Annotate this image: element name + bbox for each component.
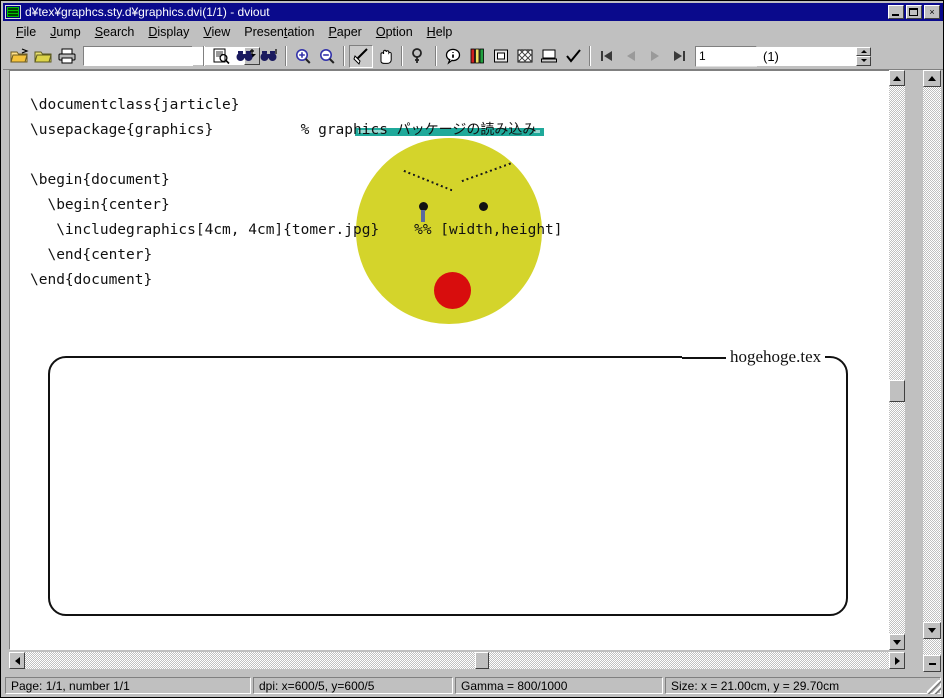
menu-item-display[interactable]: Display: [141, 23, 196, 41]
document-horizontal-scrollbar[interactable]: [9, 652, 905, 669]
pattern-icon[interactable]: [513, 45, 537, 68]
status-size: Size: x = 21.00cm, y = 29.70cm: [665, 677, 941, 694]
zoom-in-icon[interactable]: [291, 45, 315, 68]
menu-item-option[interactable]: Option: [369, 23, 420, 41]
code-line: \documentclass{jarticle}: [30, 97, 240, 113]
close-icon: ×: [929, 6, 935, 17]
menu-item-search[interactable]: Search: [88, 23, 142, 41]
vertical-scroll-thumb[interactable]: [889, 380, 905, 402]
toolbar: (1): [3, 43, 943, 70]
dvi-page: hogehoge.tex \documentclass{jarticle} \u…: [10, 71, 902, 649]
document-frame: hogehoge.tex \documentclass{jarticle} \u…: [9, 70, 903, 650]
toolbar-separator: [343, 46, 345, 66]
search-backward-icon[interactable]: [257, 45, 281, 68]
scroll-left-button[interactable]: [9, 652, 25, 669]
scroll-down-button[interactable]: [889, 634, 905, 650]
spinner-up-button[interactable]: [856, 46, 871, 56]
label-leader-line: [682, 357, 726, 359]
magnifier-tool-icon[interactable]: [407, 45, 431, 68]
zoom-out-icon[interactable]: [315, 45, 339, 68]
dviout-window: d¥tex¥graphcs.sty.d¥graphics.dvi(1/1) - …: [0, 0, 944, 698]
status-gamma: Gamma = 800/1000: [455, 677, 663, 694]
window-controls: ×: [888, 5, 941, 19]
pointer-icon[interactable]: [349, 44, 373, 68]
search-forward-icon[interactable]: [233, 45, 257, 68]
menu-item-presentation[interactable]: Presentation: [237, 23, 321, 41]
code-line: \end{center}: [30, 247, 153, 263]
menu-item-file[interactable]: File: [9, 23, 43, 41]
window-vertical-scroll-track[interactable]: [923, 87, 941, 655]
scroll-up-button[interactable]: [889, 70, 905, 86]
preview-icon[interactable]: [209, 45, 233, 68]
first-page-icon[interactable]: [595, 45, 619, 68]
client-area: hogehoge.tex \documentclass{jarticle} \u…: [3, 70, 943, 672]
spinner-down-button[interactable]: [856, 56, 871, 66]
tex-file-label: hogehoge.tex: [726, 347, 826, 367]
window-vertical-scrollbar[interactable]: [923, 70, 941, 672]
open-recent-icon[interactable]: [31, 45, 55, 68]
latex-source-code: \documentclass{jarticle} \usepackage{gra…: [30, 93, 563, 293]
maximize-button[interactable]: [906, 5, 922, 19]
toolbar-separator: [203, 46, 205, 66]
status-dpi: dpi: x=600/5, y=600/5: [253, 677, 453, 694]
minimize-button[interactable]: [888, 5, 904, 19]
previous-page-icon[interactable]: [619, 45, 643, 68]
vertical-scroll-track[interactable]: [889, 86, 905, 634]
toolbar-separator: [435, 46, 437, 66]
latex-source-box: [48, 356, 848, 616]
menu-item-help[interactable]: Help: [420, 23, 460, 41]
toolbar-separator: [285, 46, 287, 66]
title-bar: d¥tex¥graphcs.sty.d¥graphics.dvi(1/1) - …: [3, 3, 943, 21]
info-icon[interactable]: [441, 45, 465, 68]
code-line: \begin{document}: [30, 172, 170, 188]
menu-item-paper[interactable]: Paper: [321, 23, 368, 41]
page-spinner[interactable]: [856, 46, 871, 66]
color-icon[interactable]: [465, 45, 489, 68]
document-vertical-scrollbar[interactable]: [889, 70, 905, 650]
window-scroll-up-button[interactable]: [923, 70, 941, 87]
app-icon: [5, 5, 21, 19]
last-page-icon[interactable]: [667, 45, 691, 68]
menu-item-view[interactable]: View: [196, 23, 237, 41]
status-page: Page: 1/1, number 1/1: [5, 677, 251, 694]
menu-item-jump[interactable]: Jump: [43, 23, 88, 41]
toolbar-separator: [401, 46, 403, 66]
file-combo[interactable]: [83, 46, 260, 66]
page-number-field[interactable]: [695, 45, 871, 67]
scroll-right-button[interactable]: [889, 652, 905, 669]
next-page-icon[interactable]: [643, 45, 667, 68]
window-scroll-corner: [923, 655, 941, 672]
window-title: d¥tex¥graphcs.sty.d¥graphics.dvi(1/1) - …: [25, 5, 270, 19]
page-total-label: (1): [763, 48, 779, 64]
horizontal-scroll-track[interactable]: [25, 652, 889, 669]
code-line: \end{document}: [30, 272, 153, 288]
code-line: \begin{center}: [30, 197, 170, 213]
resize-grip-icon[interactable]: [927, 680, 941, 694]
menu-bar: File Jump Search Display View Presentati…: [3, 22, 943, 42]
code-line: \includegraphics[4cm, 4cm]{tomer.jpg} %%…: [30, 222, 563, 238]
close-button[interactable]: ×: [924, 5, 940, 19]
check-icon[interactable]: [561, 45, 585, 68]
frame-icon[interactable]: [489, 45, 513, 68]
status-bar: Page: 1/1, number 1/1 dpi: x=600/5, y=60…: [3, 675, 943, 696]
code-line: \usepackage{graphics} % graphics パッケージの読…: [30, 122, 537, 138]
horizontal-scroll-thumb[interactable]: [475, 652, 489, 669]
toolbar-separator: [589, 46, 591, 66]
hand-icon[interactable]: [373, 45, 397, 68]
print-icon[interactable]: [55, 45, 79, 68]
display-icon[interactable]: [537, 45, 561, 68]
open-folder-icon[interactable]: [7, 45, 31, 68]
window-scroll-down-button[interactable]: [923, 622, 941, 639]
